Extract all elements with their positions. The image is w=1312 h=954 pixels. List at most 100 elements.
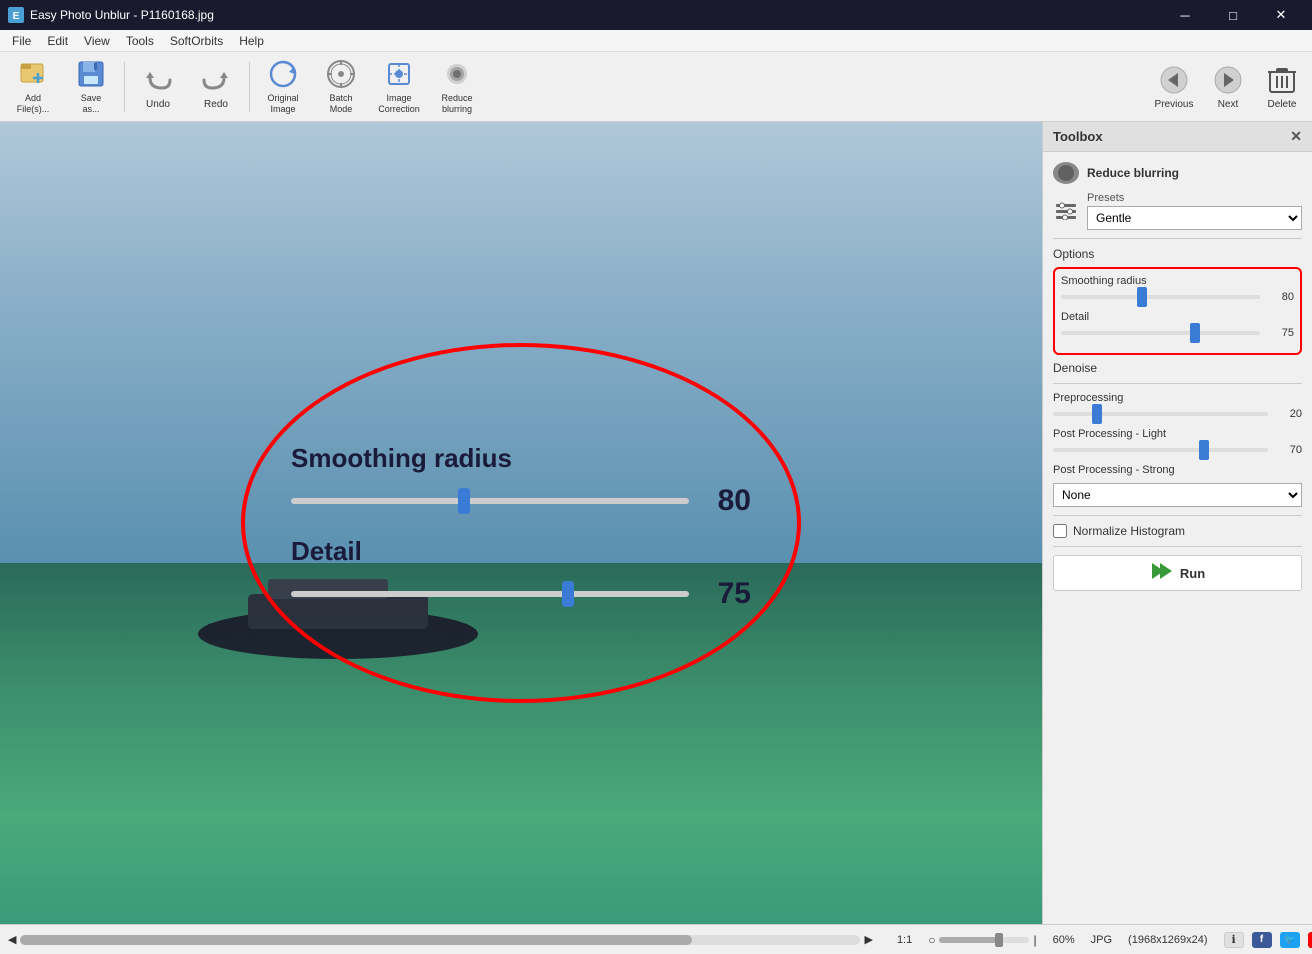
tb-post-light-slider[interactable] [1053,448,1268,452]
menu-file[interactable]: File [4,32,39,50]
overlay-panel: Smoothing radius 80 Detail [291,443,751,611]
original-image-icon [267,58,299,90]
tb-smoothing-thumb[interactable] [1137,287,1147,307]
close-button[interactable]: ✕ [1258,0,1304,30]
zoom-slider-track [939,937,998,943]
info-icon[interactable]: ℹ [1224,932,1244,948]
undo-icon [142,64,174,96]
original-image-button[interactable]: OriginalImage [254,57,312,117]
toolbar-sep-2 [249,62,250,112]
normalize-checkbox[interactable] [1053,524,1067,538]
overlay-smoothing-control: 80 [291,484,751,518]
tb-preprocessing-thumb[interactable] [1092,404,1102,424]
redo-label: Redo [204,99,228,110]
overlay-smoothing-thumb[interactable] [458,488,470,514]
add-files-label: AddFile(s)... [17,93,50,115]
tb-detail-thumb[interactable] [1190,323,1200,343]
delete-button[interactable]: Delete [1256,57,1308,117]
tb-smoothing-section: Smoothing radius 80 [1061,275,1294,303]
tb-post-strong-label: Post Processing - Strong [1053,464,1302,476]
reduce-blurring-button[interactable]: Reduceblurring [428,57,486,117]
image-area[interactable]: Smoothing radius 80 Detail [0,122,1042,924]
overlay-detail-thumb[interactable] [562,581,574,607]
menu-edit[interactable]: Edit [39,32,76,50]
scroll-left-arrow[interactable]: ◀ [8,933,16,946]
toolbox-body: Reduce blurring Presets [1043,152,1312,924]
divider-3 [1053,515,1302,516]
divider-2 [1053,383,1302,384]
presets-label: Presets [1087,192,1302,204]
tb-smoothing-row: 80 [1061,291,1294,303]
batch-mode-label: BatchMode [329,93,352,115]
overlay-smoothing-value: 80 [701,484,751,518]
toolbar-right: Previous Next De [1148,57,1308,117]
minimize-button[interactable]: ─ [1162,0,1208,30]
menu-softorbits[interactable]: SoftOrbits [162,32,231,50]
tb-smoothing-label: Smoothing radius [1061,275,1294,287]
redo-button[interactable]: Redo [187,57,245,117]
horizontal-scrollbar[interactable] [20,935,860,945]
overlay-detail-control: 75 [291,577,751,611]
tb-preprocessing-value: 20 [1274,408,1302,420]
divider-1 [1053,238,1302,239]
tb-detail-section: Detail 75 [1061,311,1294,339]
undo-button[interactable]: Undo [129,57,187,117]
add-files-button[interactable]: AddFile(s)... [4,57,62,117]
overlay-detail-track[interactable] [291,591,689,597]
svg-text:E: E [13,11,20,22]
run-button[interactable]: Run [1053,555,1302,591]
zoom-slider-area: ○ | [928,933,1036,947]
original-image-label: OriginalImage [267,93,298,115]
tb-detail-slider[interactable] [1061,331,1260,335]
tb-post-light-thumb[interactable] [1199,440,1209,460]
batch-mode-button[interactable]: BatchMode [312,57,370,117]
denoise-label: Denoise [1053,361,1302,375]
zoom-slider[interactable] [939,937,1029,943]
overlay-detail-value: 75 [701,577,751,611]
app-icon: E [8,7,24,23]
scrollbar-thumb[interactable] [20,935,692,945]
zoom-plus[interactable]: | [1033,933,1036,947]
main-area: Smoothing radius 80 Detail [0,122,1312,924]
options-label: Options [1053,247,1302,261]
tb-post-light-value: 70 [1274,444,1302,456]
delete-label: Delete [1268,99,1297,110]
toolbox-title: Toolbox [1053,129,1103,144]
reduce-blurring-tb-icon [1053,162,1079,184]
toolbox-close-button[interactable]: ✕ [1290,128,1302,145]
menu-view[interactable]: View [76,32,118,50]
next-button[interactable]: Next [1202,57,1254,117]
reduce-blurring-icon [441,58,473,90]
menu-tools[interactable]: Tools [118,32,162,50]
overlay-smoothing-track[interactable] [291,498,689,504]
zoom-minus[interactable]: ○ [928,933,935,947]
next-label: Next [1218,99,1239,110]
maximize-button[interactable]: □ [1210,0,1256,30]
status-bar: ◀ ▶ 1:1 ○ | 60% JPG (1968x1269x24) ℹ f 🐦… [0,924,1312,954]
image-correction-button[interactable]: Image Correction [370,57,428,117]
tb-preprocessing-slider[interactable] [1053,412,1268,416]
zoom-percent: 60% [1053,934,1075,946]
add-files-icon [17,58,49,90]
tb-post-strong-dropdown[interactable]: None Light Medium Strong [1053,483,1302,507]
facebook-icon[interactable]: f [1252,932,1272,948]
toolbar-sep-1 [124,62,125,112]
presets-dropdown[interactable]: Gentle Normal Strong Custom [1087,206,1302,230]
tb-smoothing-slider[interactable] [1061,295,1260,299]
presets-row: Presets Gentle Normal Strong Custom [1053,192,1302,230]
redo-icon [200,64,232,96]
toolbox-header: Toolbox ✕ [1043,122,1312,152]
menu-help[interactable]: Help [231,32,272,50]
previous-button[interactable]: Previous [1148,57,1200,117]
save-as-button[interactable]: Saveas... [62,57,120,117]
twitter-icon[interactable]: 🐦 [1280,932,1300,948]
title-bar-left: E Easy Photo Unblur - P1160168.jpg [8,7,214,23]
normalize-row: Normalize Histogram [1053,524,1302,538]
image-correction-icon [383,58,415,90]
scroll-right-arrow[interactable]: ▶ [864,933,872,946]
zoom-slider-thumb[interactable] [995,933,1003,947]
image-dimensions: (1968x1269x24) [1128,934,1208,946]
tb-post-light-row: 70 [1053,444,1302,456]
youtube-icon[interactable]: ▶ [1308,932,1312,948]
title-bar: E Easy Photo Unblur - P1160168.jpg ─ □ ✕ [0,0,1312,30]
